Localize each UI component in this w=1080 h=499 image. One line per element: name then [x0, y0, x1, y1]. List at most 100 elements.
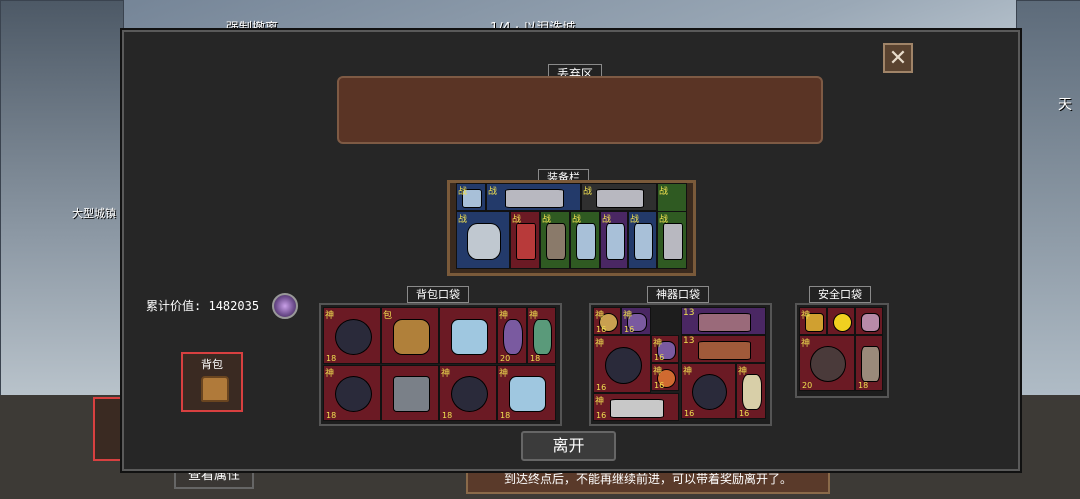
slot-count: 16: [596, 325, 607, 334]
ice-totem-icon: [440, 308, 498, 365]
inventory-slot[interactable]: 神 20: [497, 307, 527, 364]
slot-tag: 神: [595, 339, 605, 349]
inventory-slot[interactable]: [855, 307, 883, 335]
slot-count: 16: [596, 383, 607, 392]
chain-icon: [682, 336, 767, 364]
inventory-slot[interactable]: 神 16: [593, 335, 651, 393]
flute-icon: [682, 308, 767, 336]
slot-count: 20: [500, 354, 511, 363]
inventory-slot[interactable]: 神 16: [651, 335, 679, 363]
inventory-slot[interactable]: 战: [540, 211, 570, 269]
slot-tag: 神: [738, 367, 748, 377]
slot-tag: 神: [653, 339, 663, 349]
safe-pouch: 神神 20 18: [795, 303, 889, 398]
inventory-slot[interactable]: 神 18: [323, 365, 381, 421]
slot-tag: 13: [683, 336, 695, 346]
total-value: 累计价值: 1482035: [146, 297, 259, 314]
slot-tag: 战: [602, 215, 612, 225]
inventory-slot[interactable]: 战: [456, 211, 510, 269]
inventory-slot[interactable]: 13: [681, 307, 766, 335]
inventory-slot[interactable]: [827, 307, 855, 335]
inventory-slot[interactable]: 战: [628, 211, 657, 269]
inventory-slot[interactable]: 神 16: [736, 363, 766, 419]
leave-button[interactable]: 离开: [521, 431, 616, 461]
inventory-slot[interactable]: 神 16: [621, 307, 651, 335]
inventory-slot[interactable]: 战: [570, 211, 600, 269]
inventory-slot[interactable]: 战: [510, 211, 540, 269]
background-map-right: [1016, 0, 1080, 397]
inventory-slot[interactable]: 包: [381, 307, 439, 364]
slot-tag: 神: [683, 367, 693, 377]
slot-count: 18: [858, 381, 869, 390]
drill-icon: [594, 394, 680, 422]
artifact-pouch: 神 16 神 16 神 16 13 13 神 16 神 16 神 16 神 16 神 16: [589, 303, 772, 426]
slot-count: 18: [530, 354, 541, 363]
coin-icon: [272, 293, 298, 319]
slot-tag: 神: [499, 311, 509, 321]
slot-tag: 战: [630, 215, 640, 225]
total-value-label: 累计价值:: [146, 299, 202, 313]
slot-count: 20: [802, 381, 813, 390]
slot-count: 16: [654, 381, 665, 390]
slot-tag: 战: [583, 187, 593, 197]
map-label-side: 天: [1058, 97, 1072, 113]
slot-tag: 战: [572, 215, 582, 225]
close-icon: ✕: [888, 46, 908, 71]
slot-count: 16: [624, 325, 635, 334]
slot-tag: 神: [529, 311, 539, 321]
slot-tag: 包: [383, 311, 393, 321]
slot-tag: 神: [653, 367, 663, 377]
total-value-number: 1482035: [208, 299, 260, 313]
inventory-slot[interactable]: 战: [456, 183, 486, 211]
slot-count: 18: [326, 354, 337, 363]
inventory-slot[interactable]: 神 16: [593, 307, 621, 335]
slot-tag: 神: [595, 397, 605, 407]
backpack-button-label: 背包: [201, 358, 223, 371]
inventory-slot[interactable]: 战: [486, 183, 581, 211]
stone-tablet-icon: [382, 366, 440, 422]
safe-pouch-label: 安全口袋: [809, 286, 871, 303]
discard-zone[interactable]: [337, 76, 823, 144]
inventory-slot[interactable]: 战: [657, 211, 687, 269]
slot-tag: 13: [683, 308, 695, 318]
inventory-slot[interactable]: 战: [600, 211, 628, 269]
inventory-slot[interactable]: 神: [799, 307, 827, 335]
spear-icon: [487, 184, 582, 212]
inventory-slot[interactable]: 神 18: [497, 365, 556, 421]
inventory-slot[interactable]: 18: [855, 335, 883, 391]
slot-tag: 神: [801, 339, 811, 349]
slot-count: 16: [596, 411, 607, 420]
inventory-slot[interactable]: 13: [681, 335, 766, 363]
slot-count: 16: [654, 353, 665, 362]
background-map: [0, 0, 124, 397]
slot-tag: 神: [325, 311, 335, 321]
slot-tag: 战: [488, 187, 498, 197]
inventory-slot[interactable]: [439, 307, 497, 364]
backpack-pouch: 神 18 包神 20 神 18 神 18 神 18 神 18: [319, 303, 562, 426]
slot-tag: 神: [441, 369, 451, 379]
inventory-slot[interactable]: 神 16: [593, 393, 679, 421]
map-label-town[interactable]: 大型城镇: [72, 205, 116, 221]
slot-tag: 战: [542, 215, 552, 225]
slot-tag: 战: [659, 187, 669, 197]
spear-icon: [582, 184, 658, 212]
backpack-button[interactable]: 背包: [181, 352, 243, 412]
inventory-slot[interactable]: 神 18: [323, 307, 381, 364]
inventory-slot[interactable]: 神 20: [799, 335, 855, 391]
slot-tag: 战: [512, 215, 522, 225]
inventory-slot[interactable]: 神 18: [527, 307, 556, 364]
inventory-slot[interactable]: 神 16: [681, 363, 736, 419]
inventory-slot[interactable]: 战: [581, 183, 657, 211]
inventory-slot[interactable]: 神 16: [651, 363, 679, 391]
close-button[interactable]: ✕: [883, 43, 913, 73]
slot-tag: 战: [458, 187, 468, 197]
slot-count: 18: [500, 411, 511, 420]
slot-count: 16: [739, 409, 750, 418]
slot-count: 18: [442, 411, 453, 420]
slot-tag: 神: [595, 311, 605, 321]
equipment-bar: 战战战战战战战战战战战: [447, 180, 696, 276]
inventory-slot[interactable]: [381, 365, 439, 421]
slot-count: 16: [684, 409, 695, 418]
inventory-slot[interactable]: 神 18: [439, 365, 497, 421]
slot-count: 18: [326, 411, 337, 420]
